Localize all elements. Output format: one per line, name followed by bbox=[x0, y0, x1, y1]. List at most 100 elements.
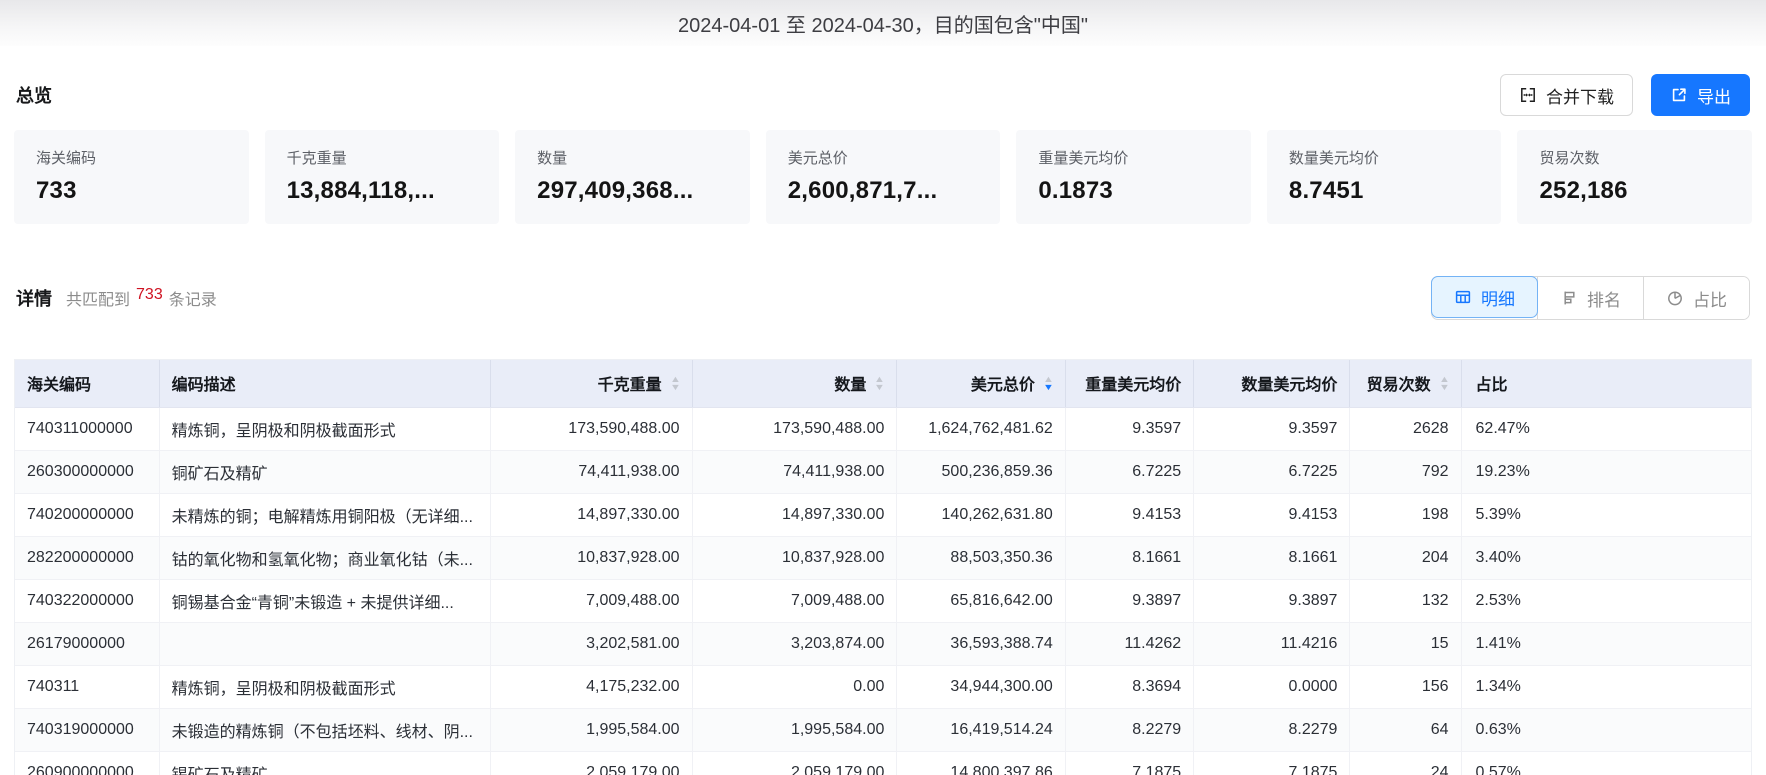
column-label: 海关编码 bbox=[27, 371, 91, 395]
match-prefix: 共匹配到 bbox=[66, 286, 130, 310]
cell-weight-kg: 14,897,330.00 bbox=[491, 493, 692, 536]
pie-chart-icon bbox=[1666, 289, 1684, 307]
stat-card-label: 数量 bbox=[537, 147, 728, 168]
table-row[interactable]: 740200000000未精炼的铜；电解精炼用铜阳极（无详细...14,897,… bbox=[15, 493, 1751, 536]
stat-card-value: 252,186 bbox=[1539, 177, 1730, 205]
cell-quantity: 173,590,488.00 bbox=[692, 407, 897, 450]
cell-trade-count: 15 bbox=[1350, 622, 1461, 665]
cell-usd-per-unit: 7.1875 bbox=[1194, 751, 1350, 775]
tab-proportion-label: 占比 bbox=[1693, 286, 1727, 311]
cell-quantity: 7,009,488.00 bbox=[692, 579, 897, 622]
cell-description: 铜矿石及精矿 bbox=[159, 450, 491, 493]
cell-trade-count: 64 bbox=[1350, 708, 1461, 751]
cell-trade-count: 24 bbox=[1350, 751, 1461, 775]
cell-usd-total: 36,593,388.74 bbox=[897, 622, 1065, 665]
column-label: 数量 bbox=[834, 371, 866, 395]
column-header-quantity[interactable]: 数量 ▲▼ bbox=[692, 360, 897, 407]
cell-weight-kg: 10,837,928.00 bbox=[491, 536, 692, 579]
cell-trade-count: 156 bbox=[1350, 665, 1461, 708]
column-label: 占比 bbox=[1476, 371, 1508, 395]
topbar: 2024-04-01 至 2024-04-30，目的国包含"中国" bbox=[0, 0, 1766, 46]
column-header-usd-total[interactable]: 美元总价▲▼ bbox=[897, 360, 1065, 407]
cell-usd-total: 34,944,300.00 bbox=[897, 665, 1065, 708]
column-header-description: 编码描述 bbox=[159, 360, 491, 407]
table-row[interactable]: 740311精炼铜，呈阴极和阴极截面形式4,175,232.000.0034,9… bbox=[15, 665, 1751, 708]
stat-card: 重量美元均价 0.1873 bbox=[1016, 130, 1251, 224]
tab-ranking[interactable]: 排名 bbox=[1537, 277, 1643, 319]
sort-icon[interactable]: ▲▼ bbox=[1044, 376, 1053, 391]
stat-card-label: 重量美元均价 bbox=[1038, 147, 1229, 168]
cell-hs-code: 740322000000 bbox=[15, 579, 159, 622]
stat-card-value: 733 bbox=[36, 177, 227, 205]
match-info: 共匹配到 733 条记录 bbox=[66, 286, 217, 310]
cell-usd-per-kg: 8.3694 bbox=[1065, 665, 1193, 708]
details-header: 详情 共匹配到 733 条记录 明细 排名 bbox=[0, 276, 1766, 320]
cell-weight-kg: 2,059,179.00 bbox=[491, 751, 692, 775]
stat-card: 数量 297,409,368... bbox=[515, 130, 750, 224]
match-count: 733 bbox=[136, 286, 163, 310]
cell-weight-kg: 74,411,938.00 bbox=[491, 450, 692, 493]
cell-description: 未精炼的铜；电解精炼用铜阳极（无详细... bbox=[159, 493, 491, 536]
table-row[interactable]: 740322000000铜锡基合金“青铜”未锻造 + 未提供详细...7,009… bbox=[15, 579, 1751, 622]
stat-card: 海关编码 733 bbox=[14, 130, 249, 224]
table-row[interactable]: 261790000003,202,581.003,203,874.0036,59… bbox=[15, 622, 1751, 665]
cell-usd-total: 16,419,514.24 bbox=[897, 708, 1065, 751]
tab-proportion[interactable]: 占比 bbox=[1643, 277, 1749, 319]
column-header-hs-code: 海关编码 bbox=[15, 360, 159, 407]
cell-hs-code: 260300000000 bbox=[15, 450, 159, 493]
overview-cards: 海关编码 733 千克重量 13,884,118,... 数量 297,409,… bbox=[0, 130, 1766, 224]
cell-usd-per-kg: 6.7225 bbox=[1065, 450, 1193, 493]
cell-weight-kg: 1,995,584.00 bbox=[491, 708, 692, 751]
overview-actions: 合并下载 导出 bbox=[1500, 74, 1750, 116]
sort-icon[interactable]: ▲▼ bbox=[875, 376, 884, 391]
cell-usd-per-unit: 11.4216 bbox=[1194, 622, 1350, 665]
table-row[interactable]: 740319000000未锻造的精炼铜（不包括坯料、线材、阴...1,995,5… bbox=[15, 708, 1751, 751]
stat-card-value: 0.1873 bbox=[1038, 177, 1229, 205]
stat-card: 千克重量 13,884,118,... bbox=[265, 130, 500, 224]
table-header-row: 海关编码编码描述千克重量▲▼数量▲▼美元总价▲▼重量美元均价数量美元均价贸易次数… bbox=[15, 360, 1751, 407]
column-label: 数量美元均价 bbox=[1241, 371, 1337, 395]
column-header-share: 占比 bbox=[1461, 360, 1751, 407]
column-header-trade-count[interactable]: 贸易次数 ▲▼ bbox=[1350, 360, 1461, 407]
export-button[interactable]: 导出 bbox=[1651, 74, 1750, 116]
table-row[interactable]: 740311000000精炼铜，呈阴极和阴极截面形式173,590,488.00… bbox=[15, 407, 1751, 450]
cell-hs-code: 26179000000 bbox=[15, 622, 159, 665]
column-label: 贸易次数 bbox=[1367, 371, 1431, 395]
stat-card: 贸易次数 252,186 bbox=[1517, 130, 1752, 224]
cell-description: 钴的氧化物和氢氧化物；商业氧化钴（未... bbox=[159, 536, 491, 579]
table-row[interactable]: 260900000000锡矿石及精矿2,059,179.002,059,179.… bbox=[15, 751, 1751, 775]
cell-usd-total: 500,236,859.36 bbox=[897, 450, 1065, 493]
stat-card-value: 297,409,368... bbox=[537, 177, 728, 205]
cell-quantity: 1,995,584.00 bbox=[692, 708, 897, 751]
table-icon bbox=[1454, 288, 1472, 306]
cell-trade-count: 2628 bbox=[1350, 407, 1461, 450]
cell-weight-kg: 7,009,488.00 bbox=[491, 579, 692, 622]
cell-quantity: 3,203,874.00 bbox=[692, 622, 897, 665]
details-title: 详情 bbox=[16, 285, 52, 311]
cell-description bbox=[159, 622, 491, 665]
tab-detail[interactable]: 明细 bbox=[1431, 276, 1538, 318]
sort-icon[interactable]: ▲▼ bbox=[671, 376, 680, 391]
tab-ranking-label: 排名 bbox=[1587, 286, 1621, 311]
cell-usd-per-kg: 8.2279 bbox=[1065, 708, 1193, 751]
sort-icon[interactable]: ▲▼ bbox=[1440, 376, 1449, 391]
stat-card-value: 13,884,118,... bbox=[287, 177, 478, 205]
merge-download-button[interactable]: 合并下载 bbox=[1500, 74, 1633, 116]
cell-share: 0.57% bbox=[1461, 751, 1751, 775]
cell-usd-per-unit: 9.3597 bbox=[1194, 407, 1350, 450]
export-label: 导出 bbox=[1697, 83, 1731, 108]
column-header-weight-kg[interactable]: 千克重量▲▼ bbox=[491, 360, 692, 407]
stat-card-label: 贸易次数 bbox=[1539, 147, 1730, 168]
cell-quantity: 74,411,938.00 bbox=[692, 450, 897, 493]
stat-card-label: 海关编码 bbox=[36, 147, 227, 168]
cell-usd-total: 14,800,397.86 bbox=[897, 751, 1065, 775]
table-row[interactable]: 260300000000铜矿石及精矿74,411,938.0074,411,93… bbox=[15, 450, 1751, 493]
cell-trade-count: 198 bbox=[1350, 493, 1461, 536]
cell-hs-code: 282200000000 bbox=[15, 536, 159, 579]
cell-description: 锡矿石及精矿 bbox=[159, 751, 491, 775]
cell-weight-kg: 173,590,488.00 bbox=[491, 407, 692, 450]
match-suffix: 条记录 bbox=[169, 286, 217, 310]
cell-trade-count: 132 bbox=[1350, 579, 1461, 622]
table-row[interactable]: 282200000000钴的氧化物和氢氧化物；商业氧化钴（未...10,837,… bbox=[15, 536, 1751, 579]
cell-usd-per-unit: 9.4153 bbox=[1194, 493, 1350, 536]
